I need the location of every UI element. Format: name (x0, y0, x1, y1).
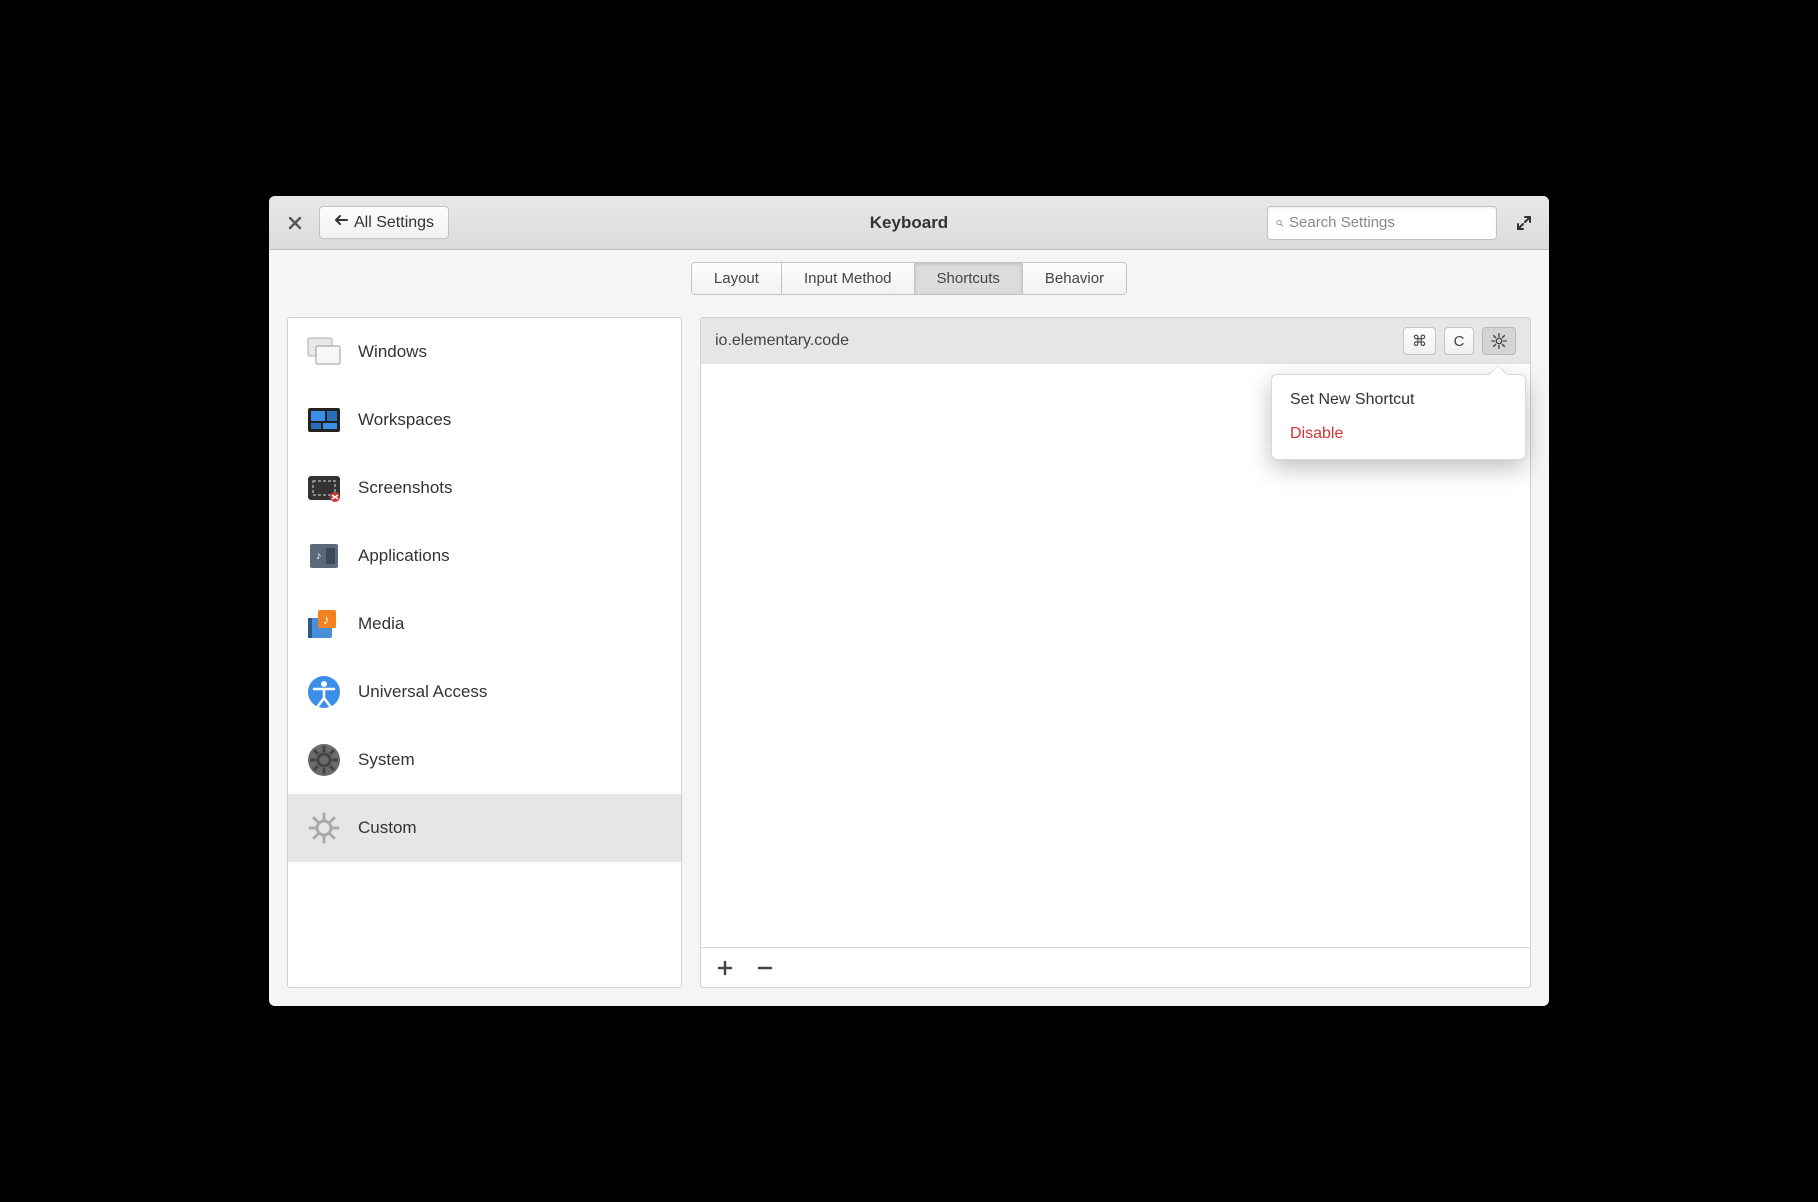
search-input[interactable] (1289, 214, 1488, 231)
shortcut-row[interactable]: io.elementary.code ⌘ C (701, 318, 1530, 364)
sidebar-item-label: Custom (358, 818, 417, 838)
body: Windows Workspaces Screenshots ♪ Applica… (269, 303, 1549, 1006)
workspaces-icon (304, 400, 344, 440)
shortcut-popover: Set New Shortcut Disable (1271, 374, 1526, 460)
tabs: Layout Input Method Shortcuts Behavior (691, 262, 1127, 295)
settings-window: All Settings Keyboard Layout Input Metho… (269, 196, 1549, 1006)
remove-shortcut-button[interactable] (751, 954, 779, 982)
back-arrow-icon (334, 213, 348, 232)
sidebar-item-label: Media (358, 614, 404, 634)
svg-text:♪: ♪ (323, 612, 330, 627)
close-icon (288, 216, 302, 230)
sidebar-item-label: System (358, 750, 415, 770)
popover-item-set-new-shortcut[interactable]: Set New Shortcut (1272, 383, 1525, 417)
sidebar-item-workspaces[interactable]: Workspaces (288, 386, 681, 454)
key-chip-modifier: ⌘ (1403, 327, 1436, 355)
svg-text:♪: ♪ (316, 550, 322, 562)
detail-panel: io.elementary.code ⌘ C Set New Shortcut (700, 317, 1531, 988)
windows-icon (304, 332, 344, 372)
sidebar-item-label: Windows (358, 342, 427, 362)
shortcut-label: io.elementary.code (715, 332, 1395, 350)
tab-behavior[interactable]: Behavior (1023, 263, 1126, 294)
sidebar-item-applications[interactable]: ♪ Applications (288, 522, 681, 590)
sidebar-item-media[interactable]: ♪ Media (288, 590, 681, 658)
popover-item-disable[interactable]: Disable (1272, 417, 1525, 451)
category-sidebar: Windows Workspaces Screenshots ♪ Applica… (287, 317, 682, 988)
shortcut-settings-button[interactable] (1482, 327, 1516, 355)
tab-input-method[interactable]: Input Method (782, 263, 915, 294)
applications-icon: ♪ (304, 536, 344, 576)
sidebar-item-label: Universal Access (358, 682, 487, 702)
sidebar-item-label: Workspaces (358, 410, 451, 430)
sidebar-item-custom[interactable]: Custom (288, 794, 681, 862)
search-icon (1276, 215, 1283, 231)
sidebar-item-label: Screenshots (358, 478, 453, 498)
maximize-button[interactable] (1511, 210, 1537, 236)
media-icon: ♪ (304, 604, 344, 644)
key-chip-letter: C (1444, 327, 1474, 355)
tab-layout[interactable]: Layout (692, 263, 782, 294)
screenshots-icon (304, 468, 344, 508)
custom-icon (304, 808, 344, 848)
sidebar-item-label: Applications (358, 546, 450, 566)
shortcut-toolbar (701, 947, 1530, 987)
sidebar-item-system[interactable]: System (288, 726, 681, 794)
accessibility-icon (304, 672, 344, 712)
search-box[interactable] (1267, 206, 1497, 240)
back-button[interactable]: All Settings (319, 206, 449, 239)
sidebar-item-windows[interactable]: Windows (288, 318, 681, 386)
sidebar-item-universal-access[interactable]: Universal Access (288, 658, 681, 726)
minus-icon (757, 960, 773, 976)
headerbar: All Settings Keyboard (269, 196, 1549, 250)
add-shortcut-button[interactable] (711, 954, 739, 982)
plus-icon (717, 960, 733, 976)
maximize-icon (1516, 215, 1532, 231)
close-button[interactable] (281, 209, 309, 237)
tabs-row: Layout Input Method Shortcuts Behavior (269, 250, 1549, 303)
tab-shortcuts[interactable]: Shortcuts (915, 263, 1023, 294)
gear-icon (1490, 332, 1508, 350)
system-icon (304, 740, 344, 780)
back-button-label: All Settings (354, 214, 434, 232)
sidebar-item-screenshots[interactable]: Screenshots (288, 454, 681, 522)
